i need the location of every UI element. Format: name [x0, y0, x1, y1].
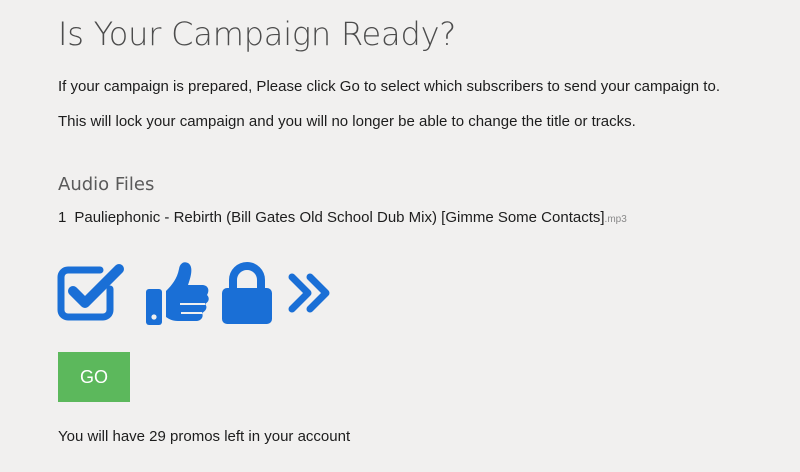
thumbs-up-icon [144, 259, 210, 327]
track-number: 1 [58, 209, 67, 226]
intro-text-2: This will lock your campaign and you wil… [58, 113, 636, 130]
track-name: Pauliephonic - Rebirth (Bill Gates Old S… [74, 209, 605, 226]
audio-files-heading: Audio Files [58, 174, 155, 195]
track-extension: .mp3 [604, 214, 627, 225]
go-button[interactable]: GO [58, 352, 130, 402]
double-chevron-right-icon [286, 271, 332, 315]
track-item: 1 Pauliephonic - Rebirth (Bill Gates Old … [58, 208, 627, 230]
intro-text-1: If your campaign is prepared, Please cli… [58, 78, 720, 95]
lock-icon [220, 260, 274, 326]
status-icons [56, 258, 332, 328]
checkbox-icon [56, 261, 132, 325]
promos-remaining-text: You will have 29 promos left in your acc… [58, 428, 351, 445]
page-title: Is Your Campaign Ready? [58, 15, 457, 53]
